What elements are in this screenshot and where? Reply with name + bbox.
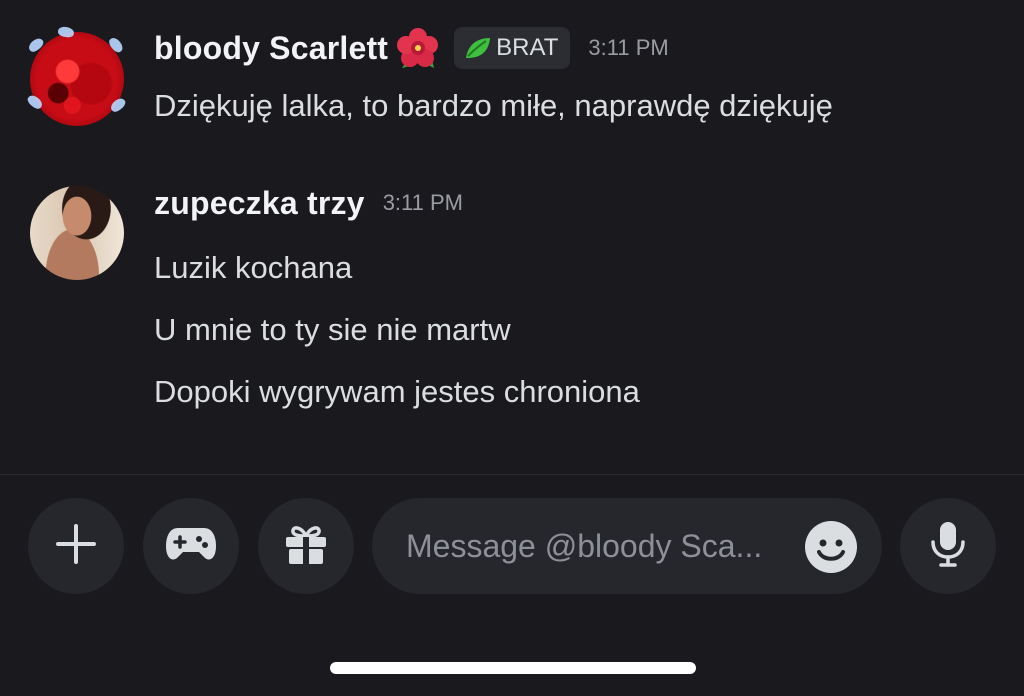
gift-button[interactable] [258,498,354,594]
username[interactable]: bloody Scarlett [154,30,388,67]
gift-icon [283,522,329,571]
gamepad-icon [164,524,218,569]
avatar-decoration [25,25,128,126]
leaf-icon [464,36,492,60]
message-input[interactable] [406,527,796,565]
add-attachment-button[interactable] [28,498,124,594]
avatar[interactable] [30,186,124,280]
message-text[interactable]: Dziękuję lalka, to bardzo miłe, naprawdę… [154,86,1004,126]
role-badge-label: BRAT [496,34,559,61]
dm-chat-screen: bloody Scarlett BRAT 3:11 PM Dziękuję la… [0,0,1024,696]
message-text[interactable]: Luzik kochana [154,248,1004,288]
username[interactable]: zupeczka trzy [154,185,365,222]
message-input-field[interactable] [372,498,882,594]
divider [0,474,1024,475]
message-composer [0,498,1024,594]
voice-message-button[interactable] [900,498,996,594]
plus-icon [54,522,98,571]
message-body: bloody Scarlett BRAT 3:11 PM Dziękuję la… [154,18,1004,126]
timestamp: 3:11 PM [588,35,669,60]
microphone-icon [928,520,968,573]
activities-button[interactable] [143,498,239,594]
timestamp: 3:11 PM [382,190,463,215]
home-indicator[interactable] [330,662,696,674]
message-text[interactable]: U mnie to ty sie nie martw [154,310,1004,350]
message-header: bloody Scarlett BRAT 3:11 PM [154,18,1004,78]
message-header: zupeczka trzy 3:11 PM [154,180,1004,226]
smiley-icon[interactable] [804,520,858,574]
hibiscus-icon [396,26,440,70]
message-text[interactable]: Dopoki wygrywam jestes chroniona [154,372,1004,412]
role-badge[interactable]: BRAT [454,27,571,69]
message-body: zupeczka trzy 3:11 PM Luzik kochana U mn… [154,180,1004,412]
